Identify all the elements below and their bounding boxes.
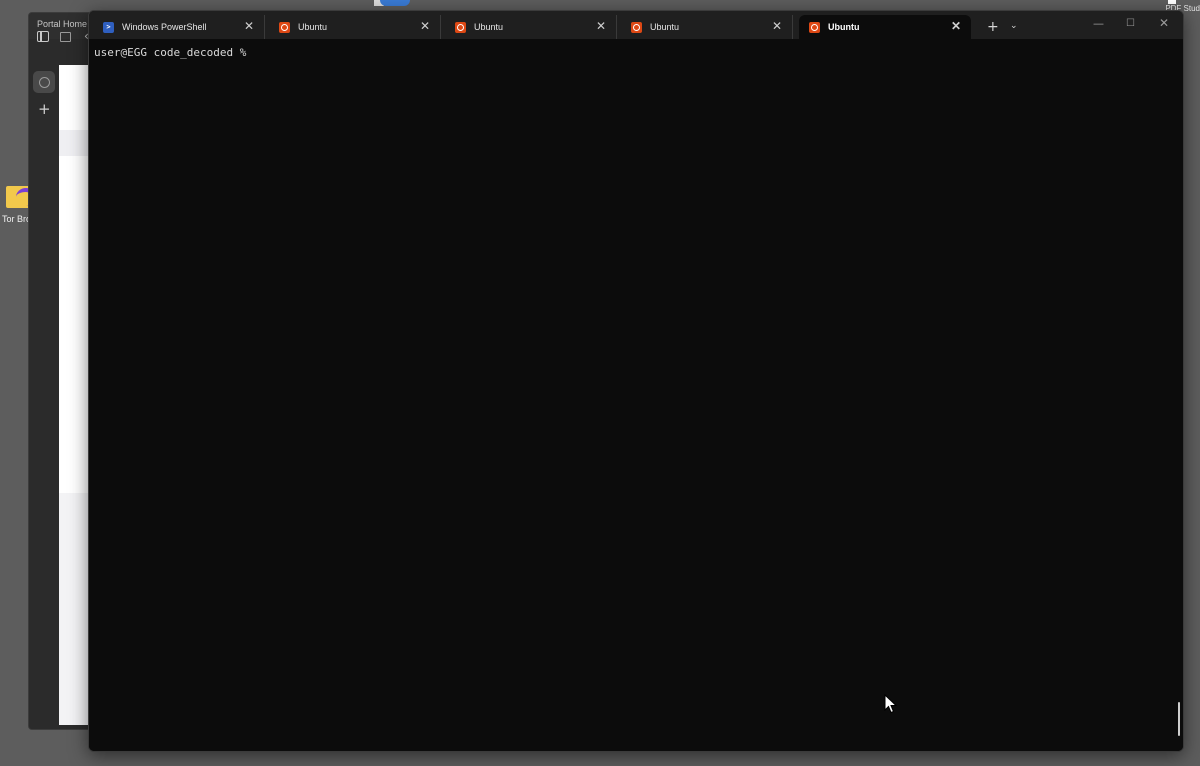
tab-label: Windows PowerShell xyxy=(122,22,207,32)
ubuntu-icon xyxy=(631,21,642,33)
sidebar-toggle-icon[interactable] xyxy=(37,31,49,42)
tab-label: Ubuntu xyxy=(474,22,504,32)
close-icon[interactable]: ✕ xyxy=(420,20,430,32)
tab-ubuntu-active[interactable]: Ubuntu ✕ xyxy=(799,15,971,39)
terminal-window[interactable]: > Windows PowerShell ✕ Ubuntu ✕ Ubuntu ✕… xyxy=(88,10,1184,752)
maximize-button[interactable]: ☐ xyxy=(1126,18,1135,29)
minimize-button[interactable]: — xyxy=(1093,18,1104,29)
ubuntu-icon xyxy=(809,21,820,33)
tab-ubuntu-3[interactable]: Ubuntu ✕ xyxy=(621,15,793,39)
tab-label: Ubuntu xyxy=(298,22,328,32)
shell-prompt: user@EGG code_decoded % xyxy=(94,46,247,59)
ubuntu-icon xyxy=(455,21,466,33)
mouse-cursor-icon xyxy=(884,694,898,714)
tor-browser-icon xyxy=(6,186,36,208)
close-icon[interactable]: ✕ xyxy=(772,20,782,32)
tab-ubuntu-1[interactable]: Ubuntu ✕ xyxy=(269,15,441,39)
tab-label: Ubuntu xyxy=(650,22,680,32)
tab-windows-powershell[interactable]: > Windows PowerShell ✕ xyxy=(93,15,265,39)
taskbar-blue-icon[interactable] xyxy=(380,0,410,6)
close-window-button[interactable]: ✕ xyxy=(1159,17,1169,29)
globe-icon[interactable] xyxy=(33,71,55,93)
close-icon[interactable]: ✕ xyxy=(596,20,606,32)
tab-label: Ubuntu xyxy=(828,22,860,32)
ubuntu-icon xyxy=(279,21,290,33)
terminal-output[interactable]: user@EGG code_decoded % xyxy=(89,39,1183,751)
terminal-titlebar[interactable]: > Windows PowerShell ✕ Ubuntu ✕ Ubuntu ✕… xyxy=(89,11,1183,39)
tab-actions-icon[interactable] xyxy=(60,32,71,42)
tab-ubuntu-2[interactable]: Ubuntu ✕ xyxy=(445,15,617,39)
browser-side-rail xyxy=(29,65,59,729)
desktop: PDF Stud Tor Bro Portal Home ‹ + > Windo… xyxy=(0,0,1200,766)
new-tab-button[interactable]: + xyxy=(987,20,999,34)
scrollbar[interactable] xyxy=(1178,702,1180,736)
plus-icon[interactable]: + xyxy=(38,102,51,117)
browser-tab-title: Portal Home xyxy=(37,19,88,29)
powershell-icon: > xyxy=(103,21,114,33)
close-icon[interactable]: ✕ xyxy=(244,20,254,32)
chevron-down-icon[interactable]: ⌄ xyxy=(1010,22,1018,31)
close-icon[interactable]: ✕ xyxy=(951,20,961,32)
